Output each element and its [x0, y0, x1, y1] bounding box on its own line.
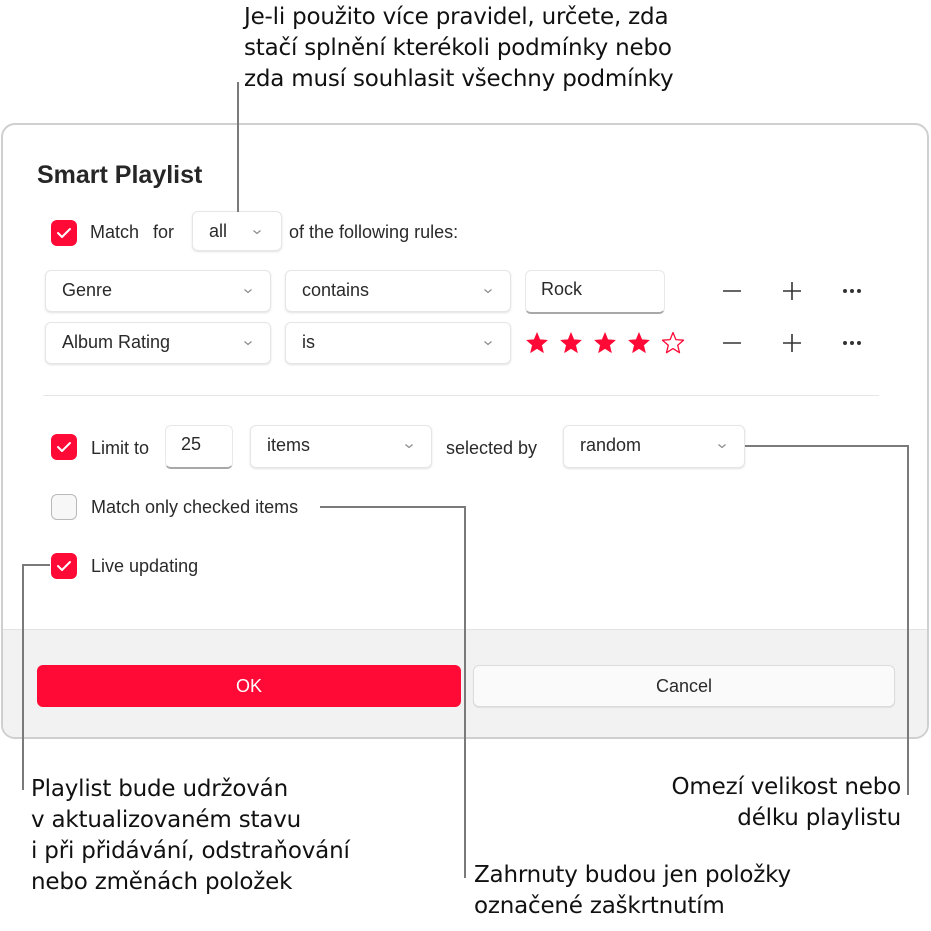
- callout-line-text: Omezí velikost nebo: [671, 774, 902, 800]
- callout-match-rules: Je-li použito více pravidel, určete, zda…: [244, 2, 674, 95]
- checkmark-icon: [57, 442, 71, 452]
- section-divider: [43, 395, 879, 396]
- selected-by-popup[interactable]: random: [563, 425, 745, 468]
- chevron-down-icon: [718, 444, 726, 449]
- rule-field-popup[interactable]: Genre: [45, 270, 271, 312]
- callout-live-updating: Playlist bude udržován v aktualizovaném …: [31, 774, 350, 898]
- checkmark-icon: [57, 228, 71, 238]
- ellipsis-icon: [843, 289, 861, 293]
- rule-field-value: Genre: [62, 280, 113, 300]
- rule-more-button[interactable]: [837, 276, 867, 306]
- callout-leader-line: [237, 82, 239, 212]
- rule-operator-popup[interactable]: is: [285, 322, 511, 364]
- callout-line-text: stačí splnění kterékoli podmínky nebo: [244, 35, 672, 61]
- add-rule-button[interactable]: [777, 276, 807, 306]
- star-filled-icon[interactable]: [593, 331, 617, 355]
- live-updating-checkbox[interactable]: [51, 553, 77, 579]
- rule-field-value: Album Rating: [62, 332, 171, 352]
- chevron-down-icon: [484, 289, 492, 294]
- selected-by-label: selected by: [446, 438, 538, 458]
- match-checkbox[interactable]: [51, 220, 77, 246]
- callout-leader-line: [22, 564, 24, 790]
- limit-label: Limit to: [91, 438, 150, 458]
- chevron-down-icon: [244, 289, 252, 294]
- callout-leader-line: [22, 564, 50, 566]
- remove-rule-button[interactable]: [717, 276, 747, 306]
- rule-more-button[interactable]: [837, 328, 867, 358]
- match-selector-popup[interactable]: all: [192, 211, 282, 251]
- rule-operator-popup[interactable]: contains: [285, 270, 511, 312]
- rule-field-popup[interactable]: Album Rating: [45, 322, 271, 364]
- callout-line-text: Playlist bude udržován: [31, 776, 288, 802]
- callout-line-text: Zahrnuty budou jen položky: [474, 862, 791, 888]
- callout-line-text: v aktualizovaném stavu: [31, 807, 301, 833]
- match-suffix-label: of the following rules:: [289, 222, 459, 242]
- rule-operator-value: contains: [302, 280, 370, 300]
- callout-leader-line: [320, 506, 466, 508]
- star-empty-icon[interactable]: [661, 331, 685, 355]
- chevron-down-icon: [484, 341, 492, 346]
- callout-line-text: i při přidávání, odstraňování: [31, 838, 350, 864]
- plus-icon: [783, 282, 801, 300]
- chevron-down-icon: [244, 341, 252, 346]
- match-label: Match: [90, 222, 140, 242]
- star-filled-icon[interactable]: [525, 331, 549, 355]
- chevron-down-icon: [405, 444, 413, 449]
- minus-icon: [723, 290, 741, 292]
- limit-unit-value: items: [267, 435, 311, 455]
- match-for-label: for: [153, 222, 175, 242]
- dialog-title: Smart Playlist: [37, 161, 203, 189]
- add-rule-button[interactable]: [777, 328, 807, 358]
- callout-leader-line: [907, 445, 909, 795]
- match-only-checked-checkbox[interactable]: [51, 494, 77, 520]
- callout-line-text: nebo změnách položek: [31, 869, 293, 895]
- callout-line-text: zda musí souhlasit všechny podmínky: [244, 66, 674, 92]
- live-updating-label: Live updating: [91, 556, 199, 576]
- checkmark-icon: [57, 561, 71, 571]
- callout-line-text: označené zaškrtnutím: [474, 893, 725, 919]
- chevron-down-icon: [253, 230, 261, 235]
- selected-by-value: random: [580, 435, 642, 455]
- rule-value-text: Rock: [541, 279, 583, 299]
- limit-value-input[interactable]: 25: [165, 425, 233, 469]
- plus-icon: [783, 334, 801, 352]
- rule-operator-value: is: [302, 332, 315, 352]
- minus-icon: [723, 342, 741, 344]
- limit-unit-popup[interactable]: items: [250, 425, 432, 468]
- ellipsis-icon: [843, 341, 861, 345]
- ok-button[interactable]: OK: [37, 665, 461, 707]
- star-filled-icon[interactable]: [559, 331, 583, 355]
- cancel-button[interactable]: Cancel: [473, 665, 895, 707]
- limit-value-text: 25: [181, 434, 202, 454]
- match-selector-value: all: [209, 221, 228, 241]
- callout-line-text: délku playlistu: [737, 805, 901, 831]
- rule-value-input[interactable]: Rock: [525, 270, 665, 314]
- remove-rule-button[interactable]: [717, 328, 747, 358]
- callout-leader-line: [745, 445, 909, 447]
- callout-leader-line: [464, 506, 466, 878]
- callout-line-text: Je-li použito více pravidel, určete, zda: [244, 4, 669, 30]
- callout-limit: Omezí velikost nebo délku playlistu: [671, 772, 902, 834]
- limit-checkbox[interactable]: [51, 434, 77, 460]
- star-filled-icon[interactable]: [627, 331, 651, 355]
- callout-match-only-checked: Zahrnuty budou jen položky označené zašk…: [474, 860, 791, 922]
- match-only-checked-label: Match only checked items: [91, 497, 299, 517]
